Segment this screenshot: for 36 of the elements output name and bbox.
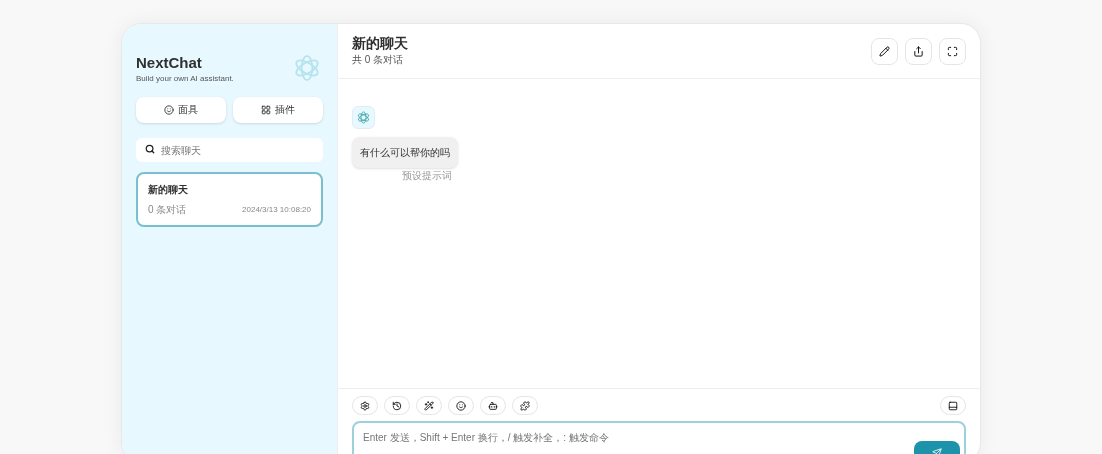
search-icon [145,143,155,154]
toolbar-button[interactable] [416,396,442,415]
app-title: NextChat [136,54,203,73]
wand-icon [424,400,434,411]
chat-header-title: 新的聊天 [352,34,408,53]
fullscreen-button[interactable] [939,37,966,65]
sidebar-button[interactable]: 面具 [136,96,226,123]
search-field[interactable]: 搜索聊天 [136,138,323,163]
toolbar-button[interactable] [448,396,474,415]
expand-icon [947,45,958,57]
grid-icon [261,104,271,115]
sidebar-button[interactable]: 插件 [233,96,323,123]
robot-icon [488,400,498,411]
chat-title: 新的聊天 [148,183,189,198]
edit-button[interactable] [871,37,898,65]
share-button[interactable] [905,37,932,65]
history-icon [392,400,402,411]
settings-icon [360,400,370,411]
message-count: 0 条对话 [148,203,187,218]
puzzle-icon [520,400,530,411]
face-icon [164,104,174,115]
toolbar-button[interactable] [940,396,966,415]
message-bubble: 有什么可以帮你的吗 [352,137,458,168]
toolbar-button[interactable] [352,396,378,415]
pencil-icon [879,45,890,57]
toolbar-button[interactable] [480,396,506,415]
toolbar-button[interactable] [384,396,410,415]
chat-header-subtitle: 共 0 条对话 [352,53,405,68]
chat-item[interactable]: 新的聊天 0 条对话 2024/3/13 10:08:20 [136,172,323,228]
panel-icon [948,400,958,411]
chat-time: 2024/3/13 10:08:20 [242,203,311,216]
face-icon [456,400,466,411]
message-note: 预设提示词 [402,169,452,183]
share-icon [913,45,924,57]
app-subtitle: Build your own AI assistant. [136,72,234,85]
toolbar-button[interactable] [512,396,538,415]
